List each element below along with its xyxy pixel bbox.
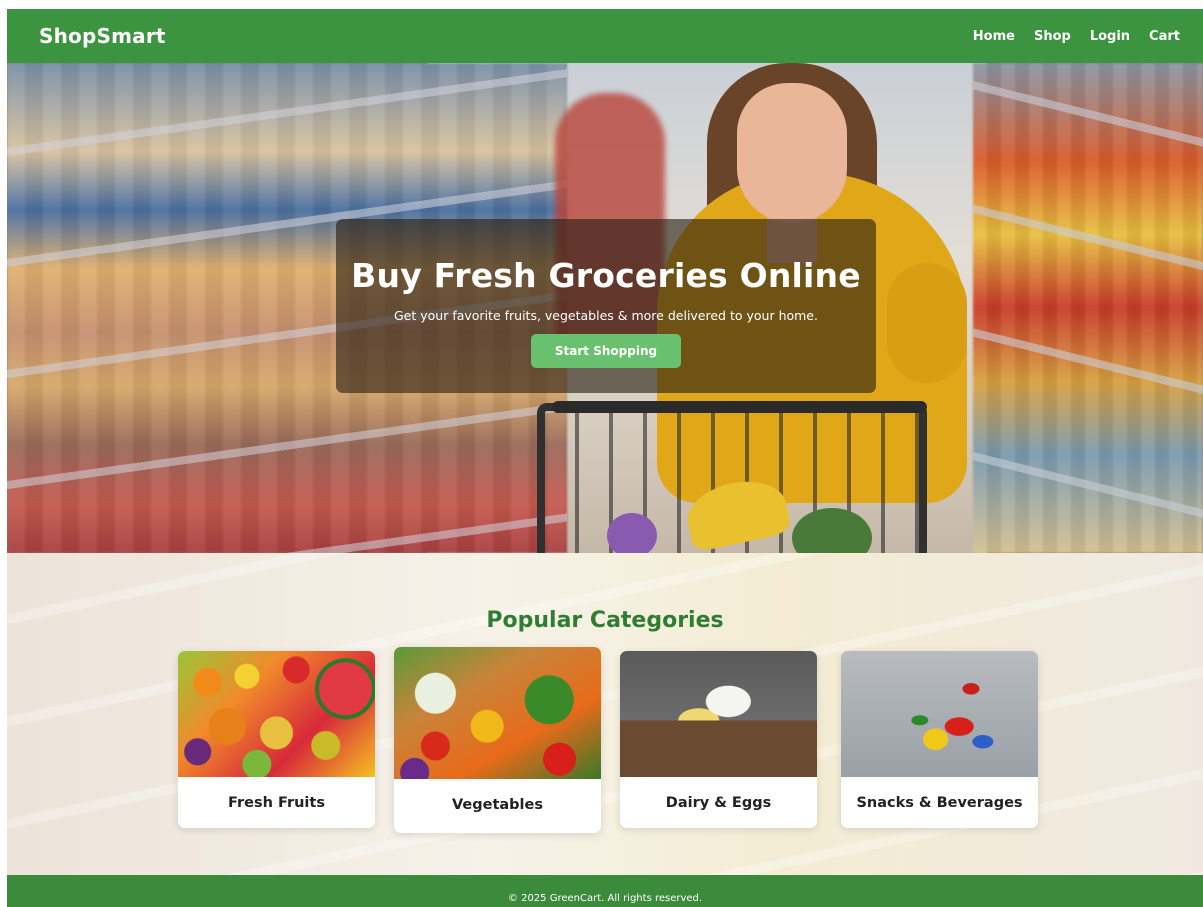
category-card-vegetables[interactable]: Vegetables bbox=[394, 647, 601, 833]
page: ShopSmart Home Shop Login Cart Buy Fresh… bbox=[7, 9, 1203, 907]
cabbage bbox=[607, 513, 657, 553]
category-label: Dairy & Eggs bbox=[665, 795, 772, 811]
fruits-image bbox=[178, 651, 375, 777]
nav-link-home[interactable]: Home bbox=[973, 29, 1015, 44]
hero-title: Buy Fresh Groceries Online bbox=[351, 256, 861, 295]
hero-subtitle: Get your favorite fruits, vegetables & m… bbox=[394, 308, 818, 323]
nav-link-cart[interactable]: Cart bbox=[1149, 29, 1180, 44]
snacks-image bbox=[841, 651, 1038, 777]
nav-links: Home Shop Login Cart bbox=[973, 29, 1180, 44]
shopper-sleeve bbox=[887, 263, 967, 383]
footer: © 2025 GreenCart. All rights reserved. bbox=[7, 875, 1203, 907]
shopper-face bbox=[737, 83, 847, 223]
category-card-fresh-fruits[interactable]: Fresh Fruits bbox=[178, 651, 375, 828]
start-shopping-button[interactable]: Start Shopping bbox=[530, 334, 682, 368]
nav-link-login[interactable]: Login bbox=[1090, 29, 1130, 44]
vegetables-image bbox=[394, 647, 601, 779]
category-label: Vegetables bbox=[451, 797, 543, 813]
navbar: ShopSmart Home Shop Login Cart bbox=[7, 9, 1203, 63]
category-label: Fresh Fruits bbox=[228, 795, 325, 811]
categories-title: Popular Categories bbox=[486, 608, 724, 633]
copyright-text: © 2025 GreenCart. All rights reserved. bbox=[507, 893, 703, 904]
cart-handle bbox=[552, 401, 927, 413]
hero-banner: Buy Fresh Groceries Online Get your favo… bbox=[7, 63, 1203, 553]
hero-card: Buy Fresh Groceries Online Get your favo… bbox=[336, 219, 876, 393]
category-card-snacks-beverages[interactable]: Snacks & Beverages bbox=[841, 651, 1038, 828]
nav-link-shop[interactable]: Shop bbox=[1034, 29, 1071, 44]
category-label: Snacks & Beverages bbox=[856, 795, 1023, 811]
categories-section: Popular Categories Fresh Fruits Vegetabl… bbox=[7, 553, 1203, 875]
brand-logo[interactable]: ShopSmart bbox=[39, 24, 166, 48]
dairy-image bbox=[620, 651, 817, 777]
right-shelf-edges bbox=[973, 63, 1203, 553]
category-card-dairy-eggs[interactable]: Dairy & Eggs bbox=[620, 651, 817, 828]
